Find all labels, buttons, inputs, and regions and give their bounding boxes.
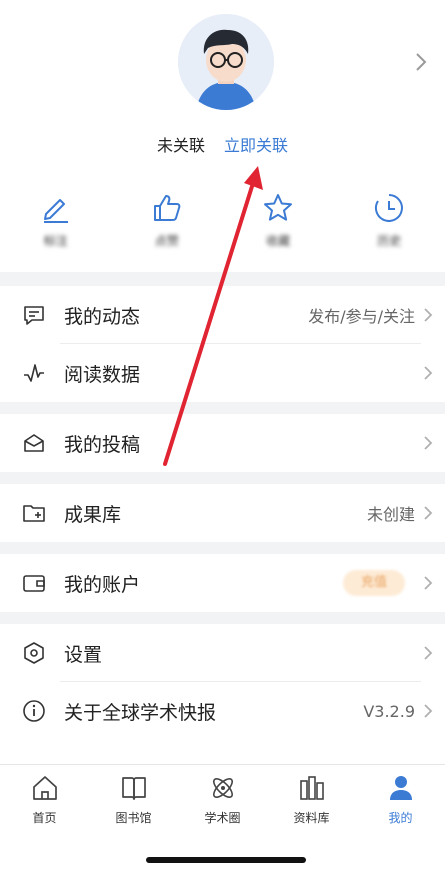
link-status-row: 未关联 立即关联 bbox=[0, 132, 445, 156]
chevron-right-icon bbox=[424, 308, 433, 322]
menu-item-reading-data[interactable]: 阅读数据 bbox=[0, 344, 445, 402]
envelope-icon bbox=[24, 434, 44, 452]
tab-resources[interactable]: 资料库 bbox=[267, 765, 356, 837]
folder-add-icon bbox=[23, 505, 45, 522]
library-icon bbox=[299, 776, 324, 800]
home-indicator[interactable] bbox=[146, 857, 306, 863]
tab-label: 图书馆 bbox=[115, 811, 152, 825]
menu-item-about[interactable]: 关于全球学术快报 V3.2.9 bbox=[0, 682, 445, 740]
info-icon bbox=[23, 700, 45, 722]
section-divider bbox=[0, 612, 445, 624]
section-divider bbox=[0, 472, 445, 484]
star-icon bbox=[264, 194, 293, 221]
edit-icon bbox=[43, 199, 68, 223]
recharge-badge[interactable]: 充值 bbox=[343, 570, 405, 596]
menu-item-label: 我的账户 bbox=[64, 573, 141, 596]
settings-hexagon-icon bbox=[24, 642, 44, 664]
quick-action-history[interactable]: 历史 bbox=[334, 192, 445, 252]
chevron-right-icon bbox=[424, 576, 433, 590]
menu-group-activity: 我的动态 发布/参与/关注 阅读数据 bbox=[0, 286, 445, 402]
quick-actions: 标注 点赞 收藏 历史 bbox=[0, 192, 445, 252]
book-icon bbox=[121, 777, 146, 800]
tab-label: 学术圈 bbox=[204, 811, 241, 825]
quick-action-favorite[interactable]: 收藏 bbox=[223, 192, 334, 252]
user-icon bbox=[389, 776, 412, 800]
link-now-button[interactable]: 立即关联 bbox=[224, 136, 288, 155]
avatar[interactable] bbox=[178, 14, 274, 110]
history-icon bbox=[375, 194, 404, 222]
chevron-right-icon bbox=[424, 646, 433, 660]
menu-item-label: 我的动态 bbox=[64, 305, 141, 328]
section-divider bbox=[0, 402, 445, 414]
chevron-right-icon[interactable] bbox=[413, 50, 429, 74]
tab-home[interactable]: 首页 bbox=[0, 765, 89, 837]
menu-item-my-activity[interactable]: 我的动态 发布/参与/关注 bbox=[0, 286, 445, 344]
atom-icon bbox=[212, 778, 233, 798]
quick-action-like[interactable]: 点赞 bbox=[111, 192, 222, 252]
tab-label: 首页 bbox=[32, 811, 57, 825]
menu-item-settings[interactable]: 设置 bbox=[0, 624, 445, 682]
thumbs-up-icon bbox=[153, 195, 181, 221]
menu-item-achievements[interactable]: 成果库 未创建 bbox=[0, 484, 445, 542]
menu-item-my-submissions[interactable]: 我的投稿 bbox=[0, 414, 445, 472]
menu-group-achievements: 成果库 未创建 bbox=[0, 484, 445, 542]
tab-label: 我的 bbox=[388, 811, 413, 825]
message-icon bbox=[24, 306, 44, 325]
tab-mine[interactable]: 我的 bbox=[356, 765, 445, 837]
tab-academic-circle[interactable]: 学术圈 bbox=[178, 765, 267, 837]
menu-item-value: 发布/参与/关注 bbox=[308, 307, 415, 326]
section-divider bbox=[0, 272, 445, 286]
avatar-illustration bbox=[178, 14, 274, 110]
menu-item-label: 我的投稿 bbox=[64, 433, 141, 456]
tab-library[interactable]: 图书馆 bbox=[89, 765, 178, 837]
quick-action-label: 点赞 bbox=[154, 234, 179, 248]
pulse-icon bbox=[24, 364, 44, 382]
menu-item-label: 设置 bbox=[64, 643, 103, 666]
profile-header: 未关联 立即关联 标注 点赞 收藏 历史 bbox=[0, 0, 445, 272]
menu-item-my-account[interactable]: 我的账户 充值 bbox=[0, 554, 445, 612]
menu-item-value: 未创建 bbox=[366, 505, 415, 524]
home-icon bbox=[32, 776, 57, 800]
link-status: 未关联 bbox=[156, 136, 205, 155]
menu-group-settings: 设置 关于全球学术快报 V3.2.9 bbox=[0, 624, 445, 740]
tab-label: 资料库 bbox=[293, 811, 330, 825]
chevron-right-icon bbox=[424, 506, 433, 520]
quick-action-label: 历史 bbox=[377, 234, 402, 248]
quick-action-label: 标注 bbox=[43, 234, 68, 248]
quick-action-annotate[interactable]: 标注 bbox=[0, 192, 111, 252]
menu-group-submissions: 我的投稿 bbox=[0, 414, 445, 472]
quick-action-label: 收藏 bbox=[266, 234, 291, 248]
menu-group-account: 我的账户 充值 bbox=[0, 554, 445, 612]
chevron-right-icon bbox=[424, 436, 433, 450]
section-divider bbox=[0, 542, 445, 554]
menu-item-label: 阅读数据 bbox=[64, 363, 141, 386]
menu-item-label: 关于全球学术快报 bbox=[64, 701, 217, 724]
chevron-right-icon bbox=[424, 704, 433, 718]
version-value: V3.2.9 bbox=[363, 701, 415, 721]
chevron-right-icon bbox=[424, 366, 433, 380]
menu-item-label: 成果库 bbox=[64, 503, 122, 526]
wallet-icon bbox=[23, 575, 45, 592]
